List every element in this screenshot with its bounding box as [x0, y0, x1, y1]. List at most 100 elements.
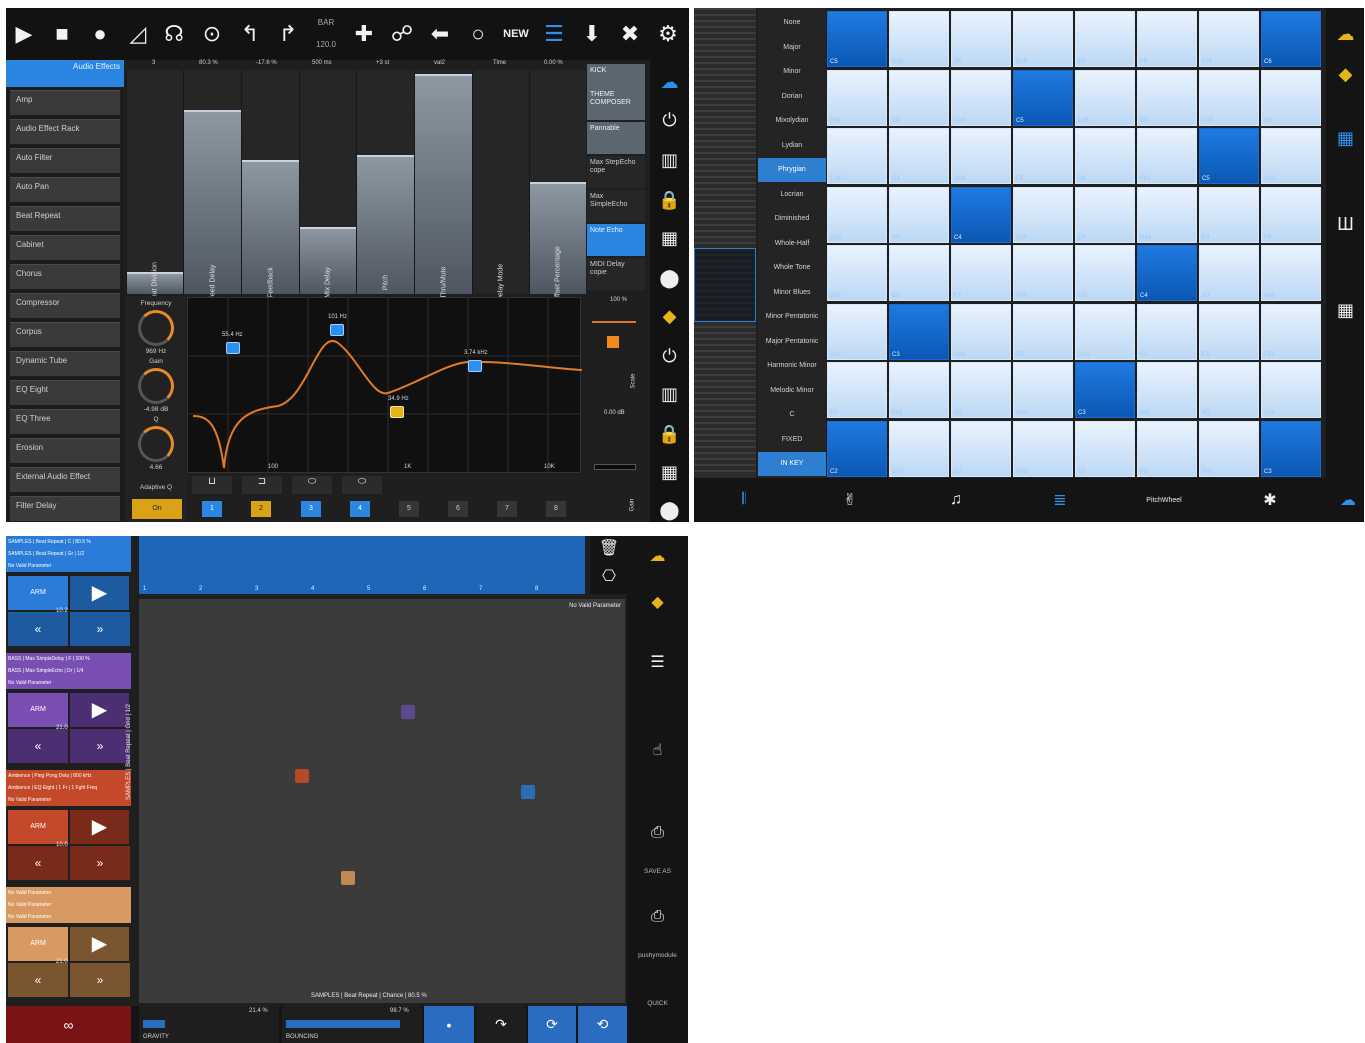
velocity-icon[interactable]: ✌	[830, 486, 870, 514]
param-slider[interactable]: Pitch	[356, 70, 414, 294]
device-chain-button[interactable]: Max StepEcho cope	[587, 156, 645, 188]
rewind-icon[interactable]: «	[8, 612, 68, 646]
note-pad[interactable]: C5	[1199, 128, 1259, 184]
band-button[interactable]: 1	[202, 501, 222, 517]
param-slider[interactable]: Thru/Mute	[414, 70, 472, 298]
eq-band-2-handle[interactable]	[330, 324, 344, 336]
scale-item[interactable]: Minor	[758, 60, 826, 84]
link-icon[interactable]: ☍	[384, 16, 420, 52]
on-button[interactable]: On	[132, 499, 182, 519]
scale-item[interactable]: Diminished	[758, 207, 826, 231]
cloud-icon[interactable]: ☁	[650, 66, 689, 98]
play-icon[interactable]: ▶	[70, 576, 129, 610]
eq-band-3-handle[interactable]	[390, 406, 404, 418]
note-pad[interactable]: C4	[1137, 245, 1197, 301]
rewind-icon[interactable]: «	[8, 846, 68, 880]
scale-item[interactable]: Lydian	[758, 134, 826, 158]
band-button[interactable]: 8	[546, 501, 566, 517]
param-slider[interactable]: Mix Delay	[299, 70, 356, 298]
bell-filter-icon[interactable]: ⬭	[342, 476, 382, 494]
note-pad[interactable]: C6	[1261, 11, 1321, 67]
trash-icon[interactable]: 🗑	[591, 538, 627, 558]
scale-item[interactable]: Minor Blues	[758, 281, 826, 305]
eq-band-4-handle[interactable]	[468, 360, 482, 372]
back-arrow-icon[interactable]: ⬅	[422, 16, 458, 52]
curve-mode-icon[interactable]: ↷	[476, 1006, 526, 1043]
note-pad[interactable]: D5	[951, 11, 1011, 67]
scale-item[interactable]: Locrian	[758, 183, 826, 207]
device-item[interactable]: Cabinet	[10, 235, 120, 260]
note-pad[interactable]: G2	[951, 362, 1011, 418]
save-icon[interactable]: ⎙	[627, 824, 688, 842]
note-pad[interactable]: F#4	[1137, 128, 1197, 184]
bars-icon[interactable]: ▥	[650, 378, 689, 410]
band-button[interactable]: 7	[497, 501, 517, 517]
scale-item[interactable]: Minor Pentatonic	[758, 305, 826, 329]
note-pad[interactable]: E2	[1075, 420, 1135, 477]
note-pad[interactable]: A3	[1199, 245, 1259, 301]
scale-item[interactable]: Melodic Minor	[758, 379, 826, 403]
scale-item[interactable]: Mixolydian	[758, 109, 826, 133]
power-icon[interactable]: ⏻	[650, 104, 689, 136]
nav-arrows-icon[interactable]: ◆	[1326, 58, 1364, 90]
note-pad[interactable]: D3	[1013, 303, 1073, 360]
device-chain-button[interactable]: Max SimpleEcho	[587, 190, 645, 222]
play-icon[interactable]: ▶	[70, 693, 129, 727]
note-pad[interactable]: F2	[827, 362, 887, 418]
note-pad[interactable]: C3	[889, 303, 949, 360]
stop-icon[interactable]: ■	[44, 16, 80, 52]
note-pad[interactable]: F#2	[1199, 420, 1259, 477]
device-item[interactable]: Beat Repeat	[10, 206, 120, 231]
note-pad[interactable]: C#4	[1013, 186, 1073, 243]
record-icon[interactable]: ●	[82, 16, 118, 52]
gravity-control[interactable]: 21.4 % GRAVITY	[139, 1006, 279, 1043]
fast-forward-icon[interactable]: »	[70, 612, 130, 646]
user-label[interactable]: pushymodule	[627, 952, 688, 959]
grid-icon[interactable]: ▦	[1326, 294, 1364, 326]
notes-icon[interactable]: ♫	[936, 486, 976, 514]
note-pad[interactable]: D#5	[1199, 69, 1259, 126]
note-pad[interactable]: G3	[1075, 245, 1135, 301]
note-pad[interactable]: E5	[1261, 69, 1321, 126]
bouncing-control[interactable]: 98.7 % BOUNCING	[282, 1006, 422, 1043]
note-pad[interactable]: F#3	[1261, 303, 1321, 360]
arm-button[interactable]: ARM	[8, 927, 68, 961]
device-item[interactable]: Chorus	[10, 264, 120, 289]
save-icon[interactable]: ⎙	[627, 908, 688, 926]
quick-label[interactable]: QUICK	[627, 1000, 688, 1007]
note-pad[interactable]: A3	[889, 186, 949, 243]
return-mode-icon[interactable]: ⟲	[578, 1006, 627, 1043]
settings-icon[interactable]: ⚙	[650, 16, 686, 52]
xy-pad[interactable]: No Valid Parameter SAMPLES | Beat Repeat…	[126, 599, 625, 1003]
scale-item[interactable]: Whole-Half	[758, 232, 826, 256]
cloud-icon[interactable]: ☁	[1328, 486, 1364, 514]
grid-icon[interactable]: ▦	[650, 222, 689, 254]
loop-mode-icon[interactable]: ⟳	[528, 1006, 576, 1043]
grid-icon[interactable]: ▦	[650, 456, 689, 488]
scale-item[interactable]: IN KEY	[758, 452, 826, 476]
lock-icon[interactable]: 🔒	[650, 184, 689, 216]
device-item[interactable]: Auto Filter	[10, 148, 120, 173]
power-icon[interactable]: ⏻	[650, 340, 689, 372]
device-item[interactable]: EQ Eight	[10, 380, 120, 405]
list-icon[interactable]: ☰	[536, 16, 572, 52]
note-pad[interactable]: F4	[1075, 128, 1135, 184]
note-pad[interactable]: E3	[889, 245, 949, 301]
note-pad[interactable]: F3	[951, 245, 1011, 301]
note-pad[interactable]: D2	[951, 420, 1011, 477]
device-item[interactable]: Audio Effect Rack	[10, 119, 120, 144]
device-item[interactable]: Filter Delay	[10, 496, 120, 521]
note-pad[interactable]: C#3	[1261, 362, 1321, 418]
band-button[interactable]: 3	[301, 501, 321, 517]
note-pad[interactable]: A#2	[1137, 362, 1197, 418]
cloud-icon[interactable]: ☁	[627, 546, 688, 566]
note-pad[interactable]: C5	[1013, 69, 1073, 126]
scale-item[interactable]: Phrygian	[758, 158, 826, 182]
device-list-header[interactable]: Audio Effects	[6, 60, 124, 87]
q-knob[interactable]	[138, 426, 174, 462]
note-pad[interactable]: E3	[1137, 303, 1197, 360]
note-pad[interactable]: F2	[1137, 420, 1197, 477]
track-header[interactable]: No Valid Parameter No Valid Parameter No V…	[6, 887, 131, 923]
note-pad[interactable]: C#3	[951, 303, 1011, 360]
device-chain-button[interactable]: Note Echo	[587, 224, 645, 256]
